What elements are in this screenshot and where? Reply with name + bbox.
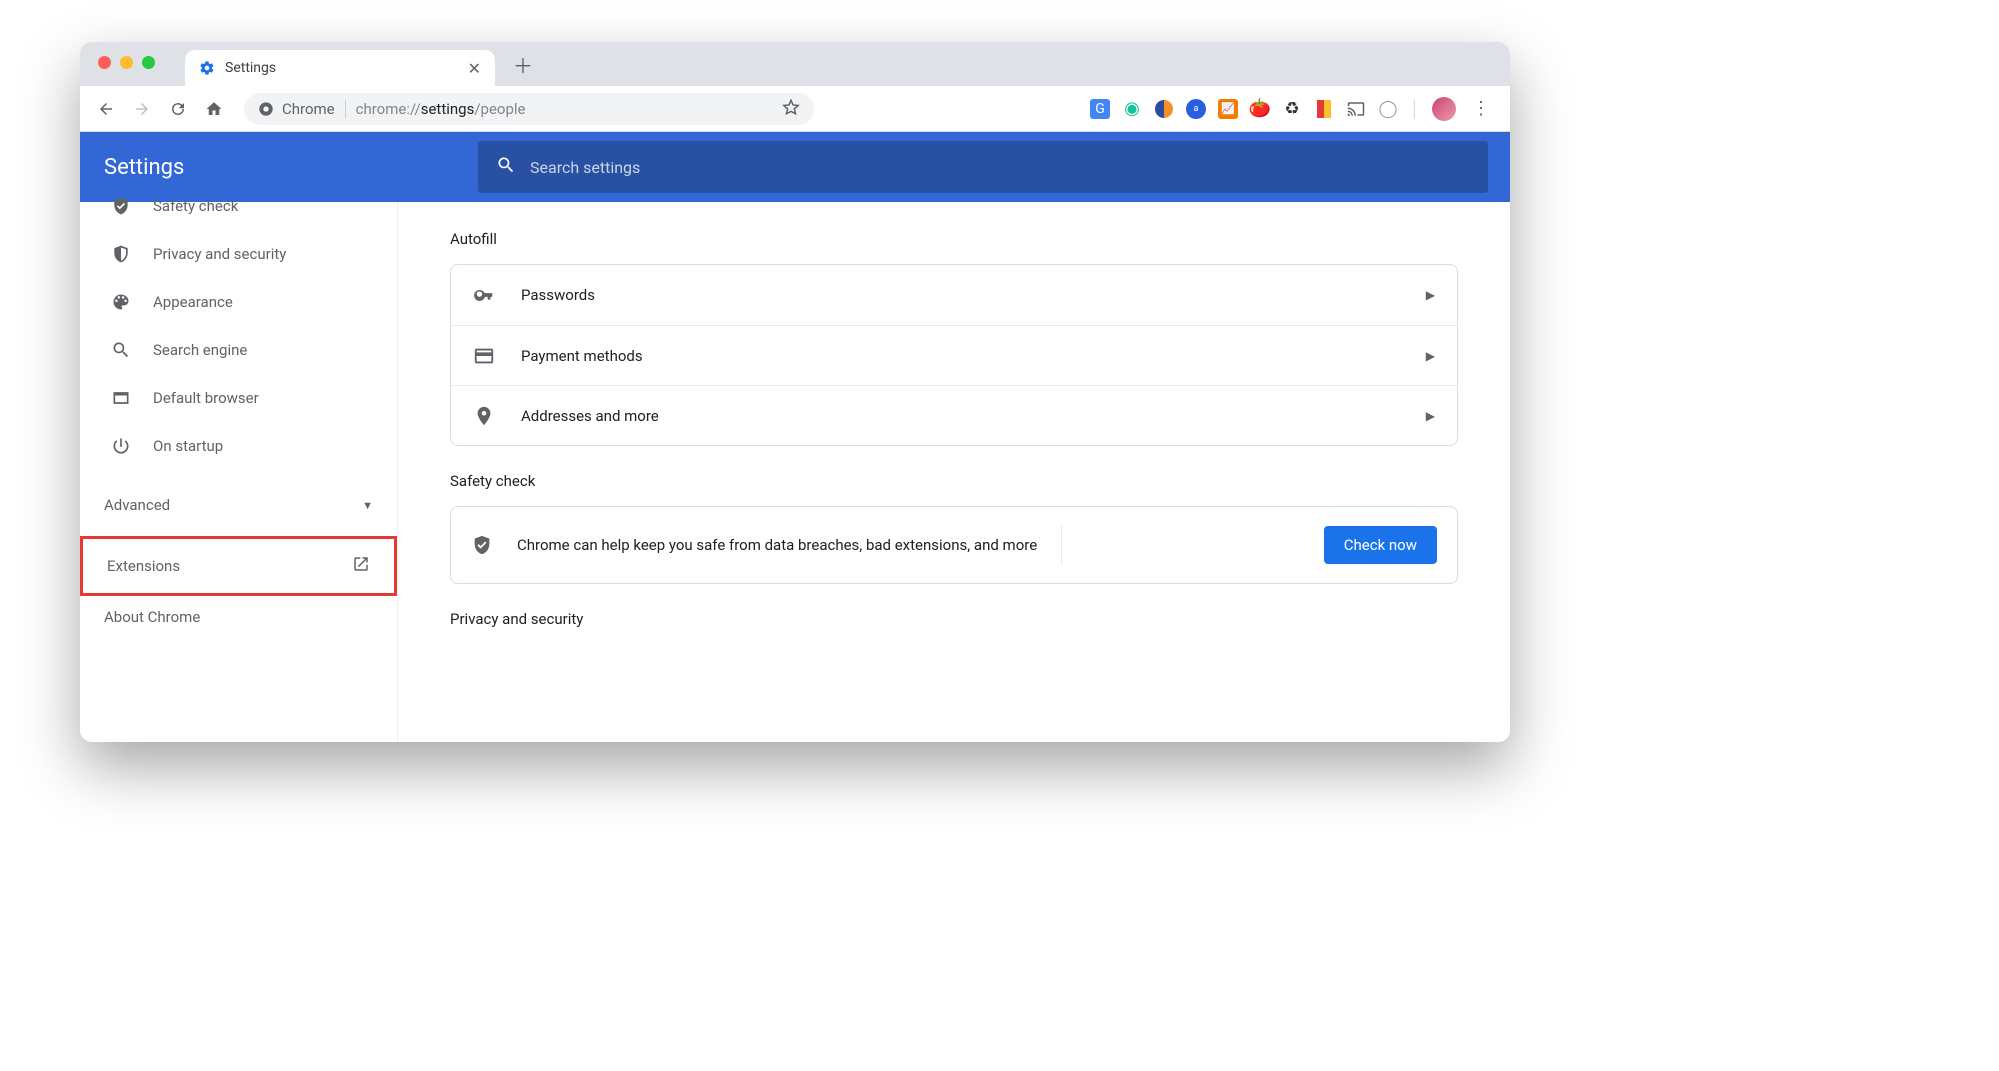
tab-title: Settings [225,60,276,76]
cast-icon[interactable] [1346,99,1366,119]
about-label: About Chrome [104,608,200,626]
settings-content: Safety check Privacy and security Appear… [80,202,1510,742]
shield-icon [110,244,131,265]
shield-check-icon [471,534,493,556]
highlight-annotation: Extensions [80,536,397,596]
settings-search-input[interactable] [530,158,1470,177]
sidebar-label: Privacy and security [153,245,286,263]
toolbar-separator: │ [1410,99,1420,119]
sidebar-label: Default browser [153,389,259,407]
sidebar-item-search-engine[interactable]: Search engine [80,326,397,374]
settings-sidebar: Safety check Privacy and security Appear… [80,202,398,742]
back-button[interactable] [92,95,120,123]
sidebar-item-safety-check[interactable]: Safety check [80,182,397,230]
privacy-title-cut: Privacy and security [450,610,1458,628]
chevron-right-icon: ▶ [1426,349,1435,363]
reload-button[interactable] [164,95,192,123]
maximize-window-icon[interactable] [142,56,155,69]
home-button[interactable] [200,95,228,123]
safety-title: Safety check [450,472,1458,490]
ext-icon-grammarly[interactable]: ◉ [1122,99,1142,119]
settings-search[interactable] [478,141,1488,193]
key-icon [473,284,495,306]
window-controls[interactable] [98,56,155,69]
sidebar-label: Appearance [153,293,233,311]
chrome-icon [258,101,274,117]
new-tab-button[interactable]: ＋ [509,50,537,78]
tab-strip: Settings ✕ ＋ [80,42,1510,86]
sidebar-label: On startup [153,437,223,455]
autofill-row-passwords[interactable]: Passwords ▶ [451,265,1457,325]
row-label: Passwords [521,286,595,304]
autofill-row-payment[interactable]: Payment methods ▶ [451,325,1457,385]
sidebar-item-privacy[interactable]: Privacy and security [80,230,397,278]
open-external-icon [352,555,370,577]
chevron-down-icon: ▼ [362,499,373,512]
sidebar-item-extensions[interactable]: Extensions [83,539,394,593]
ext-icon-translate[interactable]: G [1090,99,1110,119]
ext-icon-tomato[interactable]: 🍅 [1250,99,1270,119]
check-now-button[interactable]: Check now [1324,526,1437,564]
sidebar-label: Safety check [153,197,238,215]
ext-icon-bookmark[interactable] [1314,99,1334,119]
ext-icon-recycle[interactable]: ♻ [1282,99,1302,119]
advanced-label: Advanced [104,496,170,514]
omnibox-url: chrome://settings/people [356,100,526,118]
row-label: Addresses and more [521,407,659,425]
url-bold: settings [421,100,475,118]
ext-icon-amazon[interactable]: a [1186,99,1206,119]
ext-icon-analytics[interactable]: 📈 [1218,99,1238,119]
palette-icon [110,292,131,313]
sidebar-item-on-startup[interactable]: On startup [80,422,397,470]
bookmark-icon[interactable] [782,98,800,120]
chrome-chip: Chrome [258,100,346,118]
ext-icon-circle[interactable]: ◯ [1378,99,1398,119]
browser-tab[interactable]: Settings ✕ [185,50,495,86]
browser-toolbar: Chrome chrome://settings/people G ◉ a 📈 … [80,86,1510,132]
power-icon [110,436,131,457]
search-icon [110,340,131,361]
shield-check-icon [110,196,131,217]
minimize-window-icon[interactable] [120,56,133,69]
gear-icon [199,60,215,76]
close-window-icon[interactable] [98,56,111,69]
autofill-title: Autofill [450,230,1458,248]
divider [1061,525,1062,565]
url-suffix: /people [474,100,525,118]
url-prefix: chrome:// [356,100,421,118]
settings-title: Settings [104,155,184,180]
autofill-row-addresses[interactable]: Addresses and more ▶ [451,385,1457,445]
safety-card: Chrome can help keep you safe from data … [450,506,1458,584]
settings-main: Autofill Passwords ▶ Payment methods ▶ A… [398,202,1510,742]
search-icon [496,155,516,179]
close-tab-icon[interactable]: ✕ [468,59,481,78]
sidebar-label: Search engine [153,341,247,359]
sidebar-advanced[interactable]: Advanced ▼ [80,482,397,528]
browser-menu-icon[interactable]: ⋮ [1468,98,1494,119]
profile-avatar[interactable] [1432,97,1456,121]
safety-text: Chrome can help keep you safe from data … [517,536,1037,554]
omnibox-app: Chrome [282,100,335,118]
sidebar-item-appearance[interactable]: Appearance [80,278,397,326]
forward-button[interactable] [128,95,156,123]
row-label: Payment methods [521,347,643,365]
extensions-label: Extensions [107,557,180,575]
credit-card-icon [473,345,495,367]
autofill-card: Passwords ▶ Payment methods ▶ Addresses … [450,264,1458,446]
chevron-right-icon: ▶ [1426,409,1435,423]
sidebar-item-about[interactable]: About Chrome [80,598,397,642]
browser-icon [110,388,131,409]
location-icon [473,405,495,427]
extension-icons: G ◉ a 📈 🍅 ♻ ◯ │ ⋮ [1090,97,1498,121]
sidebar-item-default-browser[interactable]: Default browser [80,374,397,422]
address-bar[interactable]: Chrome chrome://settings/people [244,93,814,125]
browser-window: Settings ✕ ＋ Chrome chrome://settings/pe… [80,42,1510,742]
chevron-right-icon: ▶ [1426,288,1435,302]
ext-icon-similarweb[interactable] [1154,99,1174,119]
